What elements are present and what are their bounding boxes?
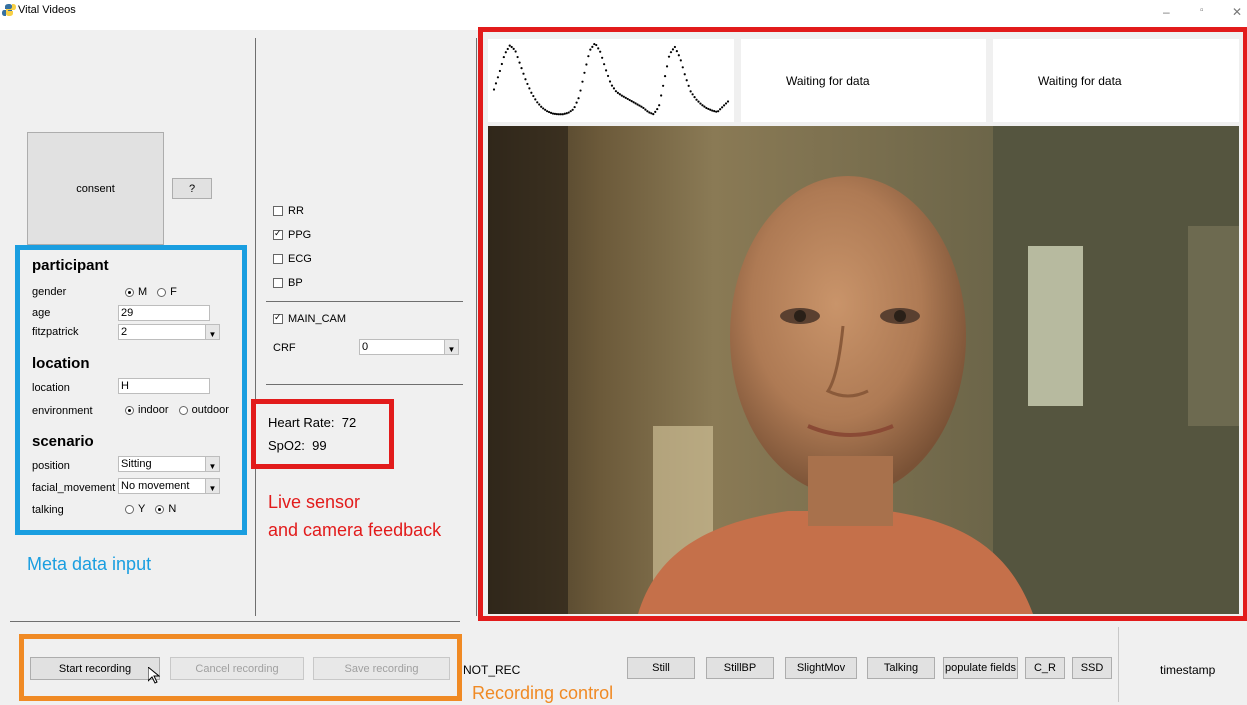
vitals-highlight [251, 399, 394, 469]
talking-y-radio[interactable]: Y [125, 503, 145, 515]
facial-movement-label: facial_movement [32, 482, 116, 494]
divider-bottom [10, 621, 460, 622]
facial-movement-select[interactable]: No movement ▼ [118, 478, 220, 494]
fitzpatrick-label: fitzpatrick [32, 326, 79, 338]
fitzpatrick-value: 2 [121, 326, 128, 338]
gender-label: gender [32, 286, 67, 298]
c-r-button[interactable]: C_R [1025, 657, 1065, 679]
timestamp-divider [1118, 627, 1119, 702]
spo2-value: 99 [312, 438, 327, 453]
checkbox-empty-icon [273, 254, 283, 264]
python-app-icon [2, 4, 16, 16]
close-icon[interactable]: ✕ [1232, 5, 1242, 19]
position-value: Sitting [121, 458, 152, 470]
timestamp-label: timestamp [1160, 663, 1216, 677]
live-feedback-annotation-2: and camera feedback [268, 520, 442, 540]
location-label: location [32, 382, 70, 394]
radio-selected-icon [155, 504, 165, 514]
radio-empty-icon [125, 504, 134, 514]
age-label: age [32, 307, 51, 319]
crf-select[interactable]: 0 ▼ [359, 339, 459, 355]
stillbp-button[interactable]: StillBP [706, 657, 774, 679]
participant-heading: participant [32, 257, 109, 274]
consent-button[interactable]: consent [27, 132, 164, 245]
fitzpatrick-select[interactable]: 2 ▼ [118, 324, 220, 340]
heart-rate-readout: Heart Rate: 72 [268, 415, 357, 430]
location-input[interactable]: H [118, 378, 210, 394]
gender-f-radio[interactable]: F [157, 286, 177, 298]
start-recording-button[interactable]: Start recording [30, 657, 160, 680]
talking-radio-group: Y N [125, 503, 176, 515]
scenario-heading: scenario [32, 433, 94, 450]
recording-control-annotation: Recording control [472, 683, 614, 703]
radio-selected-icon [125, 287, 134, 297]
talking-n-radio[interactable]: N [155, 503, 176, 515]
populate-fields-button[interactable]: populate fields [943, 657, 1018, 679]
facial-movement-value: No movement [121, 480, 190, 492]
checkbox-checked-icon [273, 312, 283, 324]
meta-data-annotation: Meta data input [27, 554, 152, 574]
help-button[interactable]: ? [172, 178, 212, 199]
ssd-button[interactable]: SSD [1072, 657, 1112, 679]
divider-camera [266, 384, 463, 385]
slightmov-button[interactable]: SlightMov [785, 657, 857, 679]
save-recording-button[interactable]: Save recording [313, 657, 450, 680]
window-title: Vital Videos [18, 4, 76, 16]
gender-radio-group: M F [125, 286, 177, 298]
dropdown-arrow-icon: ▼ [205, 479, 219, 493]
divider-right [476, 38, 477, 616]
ecg-checkbox[interactable]: ECG [273, 253, 312, 265]
spo2-readout: SpO2: 99 [268, 438, 327, 453]
radio-empty-icon [178, 405, 188, 415]
title-bar: Vital Videos – ▫ ✕ [0, 0, 1247, 30]
mouse-cursor-icon [148, 667, 160, 684]
talking-label: talking [32, 504, 64, 516]
age-input[interactable]: 29 [118, 305, 210, 321]
divider-sensors [266, 301, 463, 302]
crf-label: CRF [273, 342, 296, 354]
main-cam-checkbox[interactable]: MAIN_CAM [273, 312, 346, 325]
bp-checkbox[interactable]: BP [273, 277, 303, 289]
recording-status: NOT_REC [463, 663, 521, 677]
checkbox-empty-icon [273, 206, 283, 216]
dropdown-arrow-icon: ▼ [444, 340, 458, 354]
crf-value: 0 [362, 341, 369, 353]
dropdown-arrow-icon: ▼ [205, 325, 219, 339]
gender-m-radio[interactable]: M [125, 286, 147, 298]
checkbox-empty-icon [273, 278, 283, 288]
position-select[interactable]: Sitting ▼ [118, 456, 220, 472]
divider-left [255, 38, 256, 616]
env-outdoor-radio[interactable]: outdoor [178, 404, 229, 416]
cancel-recording-button[interactable]: Cancel recording [170, 657, 304, 680]
position-label: position [32, 460, 70, 472]
ppg-checkbox[interactable]: PPG [273, 228, 311, 241]
env-indoor-radio[interactable]: indoor [125, 404, 169, 416]
environment-label: environment [32, 405, 93, 417]
live-feedback-annotation-1: Live sensor [268, 492, 361, 512]
location-heading: location [32, 355, 90, 372]
radio-selected-icon [125, 405, 134, 415]
radio-empty-icon [157, 287, 167, 297]
still-button[interactable]: Still [627, 657, 695, 679]
checkbox-checked-icon [273, 228, 283, 240]
live-feedback-highlight [478, 27, 1247, 621]
talking-button[interactable]: Talking [867, 657, 935, 679]
heart-rate-value: 72 [341, 415, 357, 430]
rr-checkbox[interactable]: RR [273, 205, 304, 217]
minimize-icon[interactable]: – [1163, 5, 1170, 19]
dropdown-arrow-icon: ▼ [205, 457, 219, 471]
maximize-icon[interactable]: ▫ [1200, 5, 1204, 16]
environment-radio-group: indoor outdoor [125, 404, 229, 416]
